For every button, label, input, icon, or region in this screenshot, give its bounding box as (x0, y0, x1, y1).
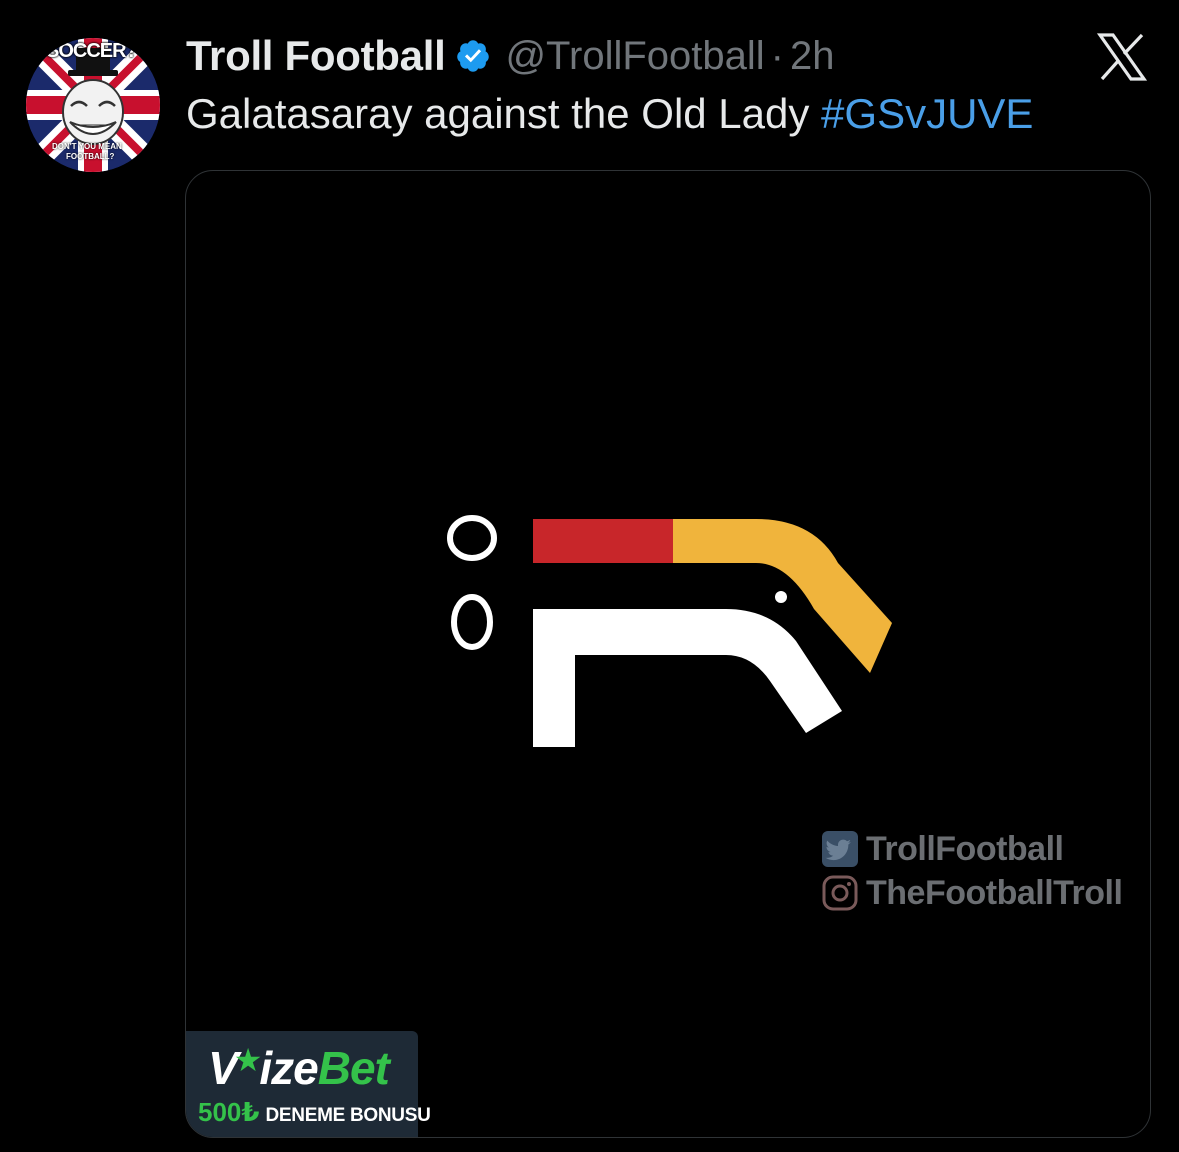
ad-offer-text: DENEME BONUSU (265, 1105, 431, 1126)
ad-brand-mid: ize (259, 1042, 318, 1094)
hashtag-link[interactable]: #GSvJUVE (821, 90, 1033, 137)
star-icon: ★ (233, 1042, 263, 1078)
watermark-twitter-row: TrollFootball (822, 827, 1122, 871)
watermark-instagram-row: TheFootballTroll (822, 871, 1123, 915)
instagram-icon (822, 875, 858, 911)
tweet-text-main: Galatasaray against the Old Lady (186, 90, 822, 137)
ad-brand-logo: V★izeBet (208, 1041, 390, 1095)
verified-badge-icon[interactable] (455, 38, 491, 74)
author-display-name[interactable]: Troll Football (186, 32, 446, 80)
x-logo-icon[interactable] (1096, 32, 1148, 82)
author-avatar[interactable]: SOCCER? DON'T YOU MEAN FOOTBALL? (26, 38, 160, 172)
avatar-bottom-text-2: FOOTBALL? (66, 152, 115, 161)
merged-club-logo-image (186, 171, 1150, 1137)
ad-offer-line: 500₺ DENEME BONUSU (198, 1097, 431, 1128)
author-handle[interactable]: @TrollFootball (505, 34, 764, 79)
ad-brand-last: Bet (317, 1042, 390, 1094)
watermark-twitter-label: TrollFootball (866, 829, 1064, 868)
tweet-timestamp[interactable]: 2h (790, 34, 835, 79)
twitter-bird-icon (822, 831, 858, 867)
avatar-top-text: SOCCER? (46, 40, 138, 62)
tweet-media[interactable]: TrollFootball TheFootballTroll V★izeBet … (185, 170, 1151, 1138)
watermark: TrollFootball TheFootballTroll (822, 827, 1123, 915)
tweet[interactable]: SOCCER? DON'T YOU MEAN FOOTBALL? Troll F… (0, 0, 1179, 1152)
tweet-text: Galatasaray against the Old Lady #GSvJUV… (186, 90, 1033, 138)
vizebet-ad-badge[interactable]: V★izeBet 500₺ DENEME BONUSU (186, 1031, 431, 1137)
header-separator: · (770, 33, 784, 78)
ad-amount: 500₺ (198, 1097, 260, 1127)
avatar-bottom-text-1: DON'T YOU MEAN (52, 142, 122, 151)
tweet-header: Troll Football @TrollFootball · 2h (186, 30, 834, 82)
watermark-instagram-label: TheFootballTroll (866, 873, 1123, 912)
